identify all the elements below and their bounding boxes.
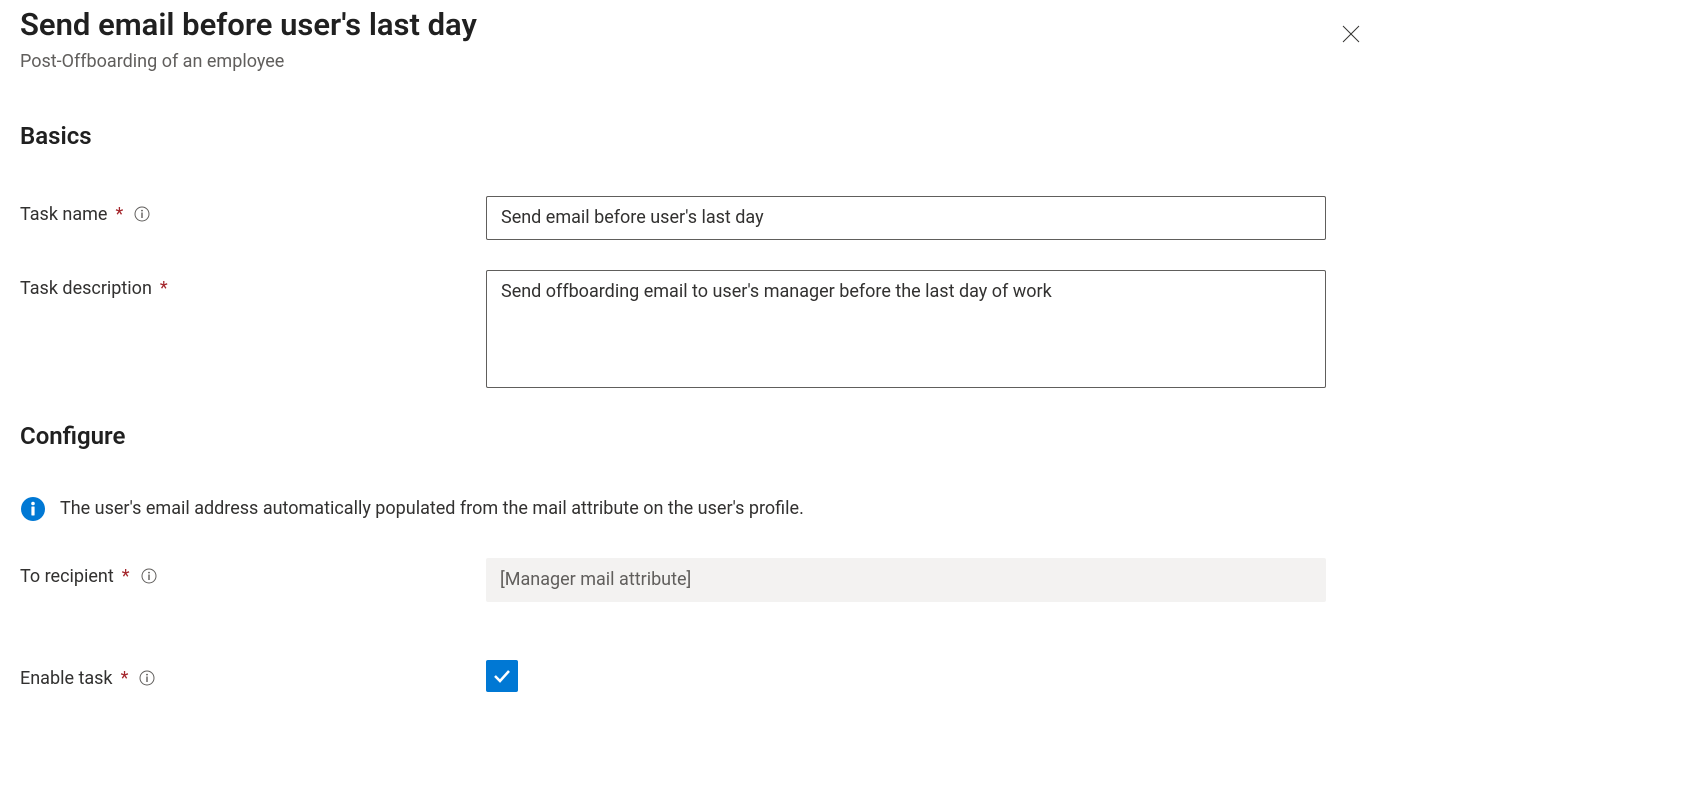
info-banner-text: The user's email address automatically p… xyxy=(60,498,804,519)
to-recipient-value: [Manager mail attribute] xyxy=(500,569,691,590)
task-description-label-text: Task description xyxy=(20,278,152,299)
info-icon[interactable] xyxy=(140,567,158,585)
check-icon xyxy=(492,666,512,686)
to-recipient-field: [Manager mail attribute] xyxy=(486,558,1326,602)
info-solid-icon xyxy=(20,496,46,522)
panel-title: Send email before user's last day xyxy=(20,6,1345,45)
required-indicator: * xyxy=(122,566,130,587)
panel-subtitle: Post-Offboarding of an employee xyxy=(20,51,1345,72)
task-edit-panel: Send email before user's last day Post-O… xyxy=(20,0,1345,692)
required-indicator: * xyxy=(160,278,168,299)
enable-task-label: Enable task * xyxy=(20,660,486,689)
info-banner: The user's email address automatically p… xyxy=(20,496,1345,522)
close-button[interactable] xyxy=(1335,18,1367,50)
enable-task-row: Enable task * xyxy=(20,660,1345,692)
to-recipient-label-text: To recipient xyxy=(20,566,114,587)
task-description-row: Task description * Send offboarding emai… xyxy=(20,270,1345,392)
task-name-label-text: Task name xyxy=(20,204,107,225)
to-recipient-label: To recipient * xyxy=(20,558,486,587)
info-icon[interactable] xyxy=(138,669,156,687)
task-name-row: Task name * xyxy=(20,196,1345,240)
task-description-label: Task description * xyxy=(20,270,486,299)
info-icon[interactable] xyxy=(133,205,151,223)
task-description-input[interactable]: Send offboarding email to user's manager… xyxy=(486,270,1326,388)
required-indicator: * xyxy=(121,668,129,689)
section-basics-heading: Basics xyxy=(20,122,1345,150)
enable-task-checkbox[interactable] xyxy=(486,660,518,692)
close-icon xyxy=(1342,25,1360,43)
to-recipient-row: To recipient * [Manager mail attribute] xyxy=(20,558,1345,602)
enable-task-label-text: Enable task xyxy=(20,668,113,689)
section-configure-heading: Configure xyxy=(20,422,1345,450)
required-indicator: * xyxy=(115,204,123,225)
task-name-input[interactable] xyxy=(486,196,1326,240)
task-name-label: Task name * xyxy=(20,196,486,225)
